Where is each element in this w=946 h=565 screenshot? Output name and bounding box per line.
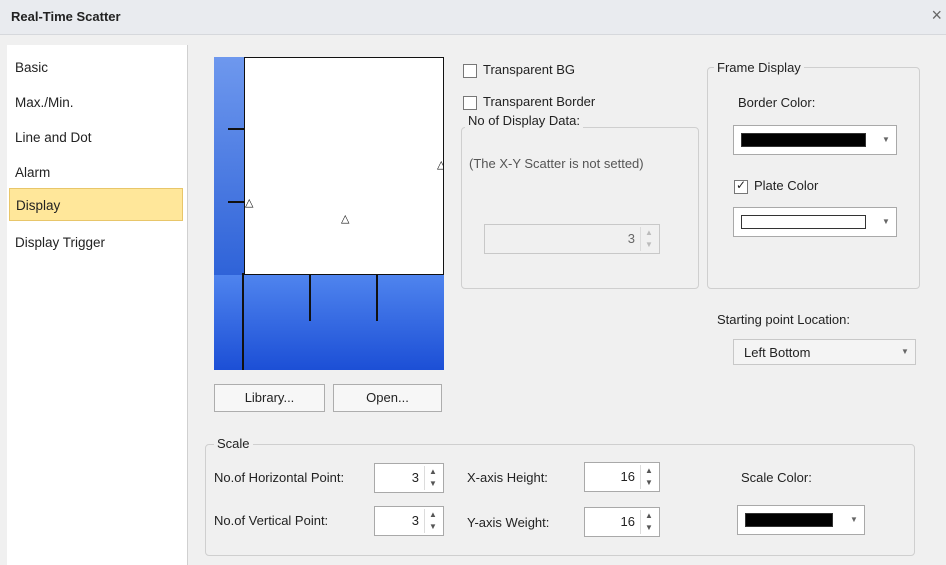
transparent-border-label: Transparent Border <box>483 94 596 109</box>
display-data-legend: No of Display Data: <box>465 113 583 128</box>
y-axis-weight-spinner[interactable]: 16 ▲ ▼ <box>584 507 660 537</box>
close-icon[interactable]: × <box>931 6 942 24</box>
nav-item-line-and-dot[interactable]: Line and Dot <box>9 121 183 154</box>
axis-line <box>242 273 244 370</box>
scale-color-label: Scale Color: <box>741 470 812 485</box>
spinner-arrows-icon: ▲ ▼ <box>640 227 657 251</box>
preview-y-axis-area <box>214 57 244 275</box>
chevron-down-icon: ▼ <box>882 135 890 144</box>
starting-point-select[interactable]: Left Bottom ▼ <box>733 339 916 365</box>
nav-item-alarm[interactable]: Alarm <box>9 156 183 189</box>
y-tick <box>228 201 244 203</box>
scale-legend: Scale <box>214 436 253 451</box>
y-axis-weight-value: 16 <box>620 514 635 529</box>
y-tick <box>228 128 244 130</box>
scatter-point: △ <box>245 197 254 209</box>
y-axis-weight-label: Y-axis Weight: <box>467 515 550 530</box>
frame-display-legend: Frame Display <box>714 60 804 75</box>
display-data-group <box>461 127 699 289</box>
transparent-bg-checkbox[interactable] <box>463 64 477 78</box>
chevron-down-icon: ▼ <box>882 217 890 226</box>
border-color-label: Border Color: <box>738 95 816 110</box>
scale-color-swatch <box>745 513 833 527</box>
x-axis-height-label: X-axis Height: <box>467 470 548 485</box>
plate-color-picker[interactable]: ▼ <box>733 207 897 237</box>
spinner-arrows-icon[interactable]: ▲ ▼ <box>424 509 441 533</box>
display-data-count-spinner: 3 ▲ ▼ <box>484 224 660 254</box>
chevron-down-icon: ▼ <box>850 515 858 524</box>
plate-color-label: Plate Color <box>754 178 819 193</box>
scatter-point: △ <box>437 159 444 171</box>
vertical-points-spinner[interactable]: 3 ▲ ▼ <box>374 506 444 536</box>
transparent-bg-label: Transparent BG <box>483 62 576 77</box>
category-list: Basic Max./Min. Line and Dot Alarm Displ… <box>7 45 188 565</box>
x-tick <box>309 275 311 321</box>
vertical-points-value: 3 <box>411 513 419 528</box>
starting-point-label: Starting point Location: <box>717 312 850 327</box>
chevron-down-icon: ▼ <box>901 347 909 356</box>
nav-item-max-min[interactable]: Max./Min. <box>9 86 183 119</box>
scatter-point: △ <box>341 213 350 225</box>
horizontal-points-value: 3 <box>411 470 419 485</box>
spinner-arrows-icon[interactable]: ▲ ▼ <box>424 466 441 490</box>
preview-x-axis-area <box>214 275 444 370</box>
border-color-picker[interactable]: ▼ <box>733 125 897 155</box>
open-button[interactable]: Open... <box>333 384 442 412</box>
spinner-arrows-icon[interactable]: ▲ ▼ <box>640 465 657 489</box>
nav-item-basic[interactable]: Basic <box>9 51 183 84</box>
preview-plot-area <box>244 57 444 275</box>
scatter-not-set-message: (The X-Y Scatter is not setted) <box>469 156 644 171</box>
nav-item-display[interactable]: Display <box>9 188 183 221</box>
plate-color-checkbox[interactable] <box>734 178 748 194</box>
library-button[interactable]: Library... <box>214 384 325 412</box>
vertical-points-label: No.of Vertical Point: <box>214 513 329 528</box>
horizontal-points-label: No.of Horizontal Point: <box>214 470 345 485</box>
display-data-count-value: 3 <box>627 231 635 246</box>
scale-color-picker[interactable]: ▼ <box>737 505 865 535</box>
border-color-swatch <box>741 133 866 147</box>
scatter-preview: △ △ △ <box>214 57 444 370</box>
window-title: Real-Time Scatter <box>11 9 121 24</box>
transparent-border-checkbox[interactable] <box>463 96 477 110</box>
x-axis-height-value: 16 <box>620 469 635 484</box>
nav-item-display-trigger[interactable]: Display Trigger <box>9 226 183 259</box>
starting-point-value: Left Bottom <box>744 345 811 360</box>
x-tick <box>376 275 378 321</box>
x-axis-height-spinner[interactable]: 16 ▲ ▼ <box>584 462 660 492</box>
plate-color-swatch <box>741 215 866 229</box>
horizontal-points-spinner[interactable]: 3 ▲ ▼ <box>374 463 444 493</box>
title-bar: Real-Time Scatter × <box>0 0 946 35</box>
scale-group <box>205 444 915 556</box>
spinner-arrows-icon[interactable]: ▲ ▼ <box>640 510 657 534</box>
